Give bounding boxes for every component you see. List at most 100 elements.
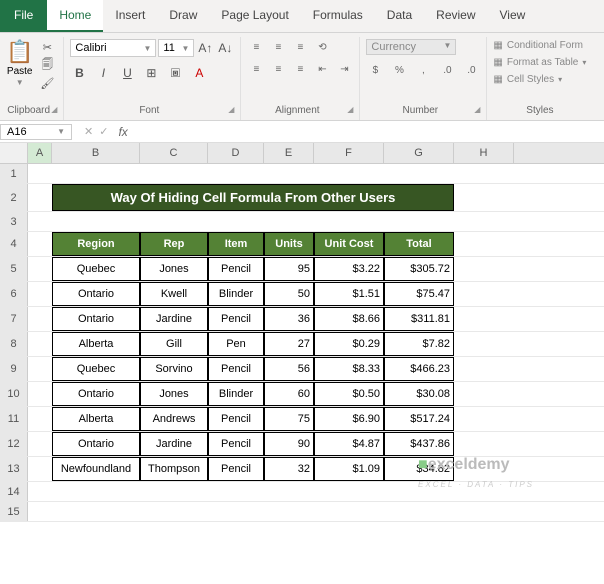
cell[interactable] bbox=[264, 482, 314, 501]
fill-color-icon[interactable]: 🞖 bbox=[166, 64, 184, 82]
title-cell[interactable]: Way Of Hiding Cell Formula From Other Us… bbox=[52, 184, 454, 211]
data-cell[interactable]: Blinder bbox=[208, 282, 264, 306]
data-cell[interactable]: Sorvino bbox=[140, 357, 208, 381]
cell-styles-button[interactable]: ▦Cell Styles▾ bbox=[493, 73, 562, 86]
data-cell[interactable]: $0.29 bbox=[314, 332, 384, 356]
data-cell[interactable]: Gill bbox=[140, 332, 208, 356]
cell[interactable] bbox=[28, 257, 52, 281]
tab-data[interactable]: Data bbox=[375, 0, 424, 32]
enter-formula-icon[interactable]: ✓ bbox=[99, 125, 108, 138]
row-header[interactable]: 15 bbox=[0, 502, 28, 521]
data-cell[interactable]: Thompson bbox=[140, 457, 208, 481]
comma-icon[interactable]: , bbox=[414, 62, 432, 78]
row-header[interactable]: 5 bbox=[0, 257, 28, 281]
decrease-decimal-icon[interactable]: .0 bbox=[462, 62, 480, 78]
increase-decimal-icon[interactable]: .0 bbox=[438, 62, 456, 78]
data-cell[interactable]: Pencil bbox=[208, 357, 264, 381]
orientation-icon[interactable]: ⟲ bbox=[313, 39, 331, 55]
cell[interactable] bbox=[28, 382, 52, 406]
row-header[interactable]: 7 bbox=[0, 307, 28, 331]
cell[interactable] bbox=[454, 307, 514, 331]
col-header-e[interactable]: E bbox=[264, 143, 314, 163]
cell[interactable] bbox=[140, 212, 208, 231]
cell[interactable] bbox=[454, 212, 514, 231]
number-format-select[interactable]: Currency▼ bbox=[366, 39, 456, 55]
data-cell[interactable]: Ontario bbox=[52, 382, 140, 406]
cell[interactable] bbox=[28, 282, 52, 306]
currency-icon[interactable]: $ bbox=[366, 62, 384, 78]
align-top-icon[interactable]: ≡ bbox=[247, 39, 265, 55]
cell[interactable] bbox=[454, 357, 514, 381]
data-cell[interactable]: $3.22 bbox=[314, 257, 384, 281]
row-header[interactable]: 9 bbox=[0, 357, 28, 381]
cancel-formula-icon[interactable]: ✕ bbox=[84, 125, 93, 138]
data-cell[interactable]: Pencil bbox=[208, 257, 264, 281]
cell[interactable] bbox=[140, 482, 208, 501]
percent-icon[interactable]: % bbox=[390, 62, 408, 78]
underline-button[interactable]: U bbox=[118, 64, 136, 82]
cell[interactable] bbox=[52, 164, 140, 183]
cell[interactable] bbox=[454, 332, 514, 356]
conditional-formatting-button[interactable]: ▦Conditional Form bbox=[493, 39, 583, 52]
data-cell[interactable]: $7.82 bbox=[384, 332, 454, 356]
col-header-c[interactable]: C bbox=[140, 143, 208, 163]
row-header[interactable]: 11 bbox=[0, 407, 28, 431]
data-cell[interactable]: $305.72 bbox=[384, 257, 454, 281]
paste-dropdown-icon[interactable]: ▼ bbox=[16, 78, 24, 87]
col-header-b[interactable]: B bbox=[52, 143, 140, 163]
cell[interactable] bbox=[28, 432, 52, 456]
tab-insert[interactable]: Insert bbox=[103, 0, 157, 32]
data-cell[interactable]: 50 bbox=[264, 282, 314, 306]
cell[interactable] bbox=[454, 502, 514, 521]
data-cell[interactable]: $466.23 bbox=[384, 357, 454, 381]
data-cell[interactable]: Ontario bbox=[52, 282, 140, 306]
font-name-select[interactable]: Calibri▼ bbox=[70, 39, 156, 57]
cell[interactable] bbox=[28, 164, 52, 183]
bold-button[interactable]: B bbox=[70, 64, 88, 82]
row-header[interactable]: 13 bbox=[0, 457, 28, 481]
cell[interactable] bbox=[28, 357, 52, 381]
row-header[interactable]: 1 bbox=[0, 164, 28, 183]
cell[interactable] bbox=[384, 212, 454, 231]
data-cell[interactable]: $1.09 bbox=[314, 457, 384, 481]
data-cell[interactable]: Alberta bbox=[52, 332, 140, 356]
header-rep[interactable]: Rep bbox=[140, 232, 208, 256]
cell[interactable] bbox=[28, 457, 52, 481]
data-cell[interactable]: Jones bbox=[140, 382, 208, 406]
data-cell[interactable]: $75.47 bbox=[384, 282, 454, 306]
data-cell[interactable]: Jardine bbox=[140, 432, 208, 456]
cell[interactable] bbox=[28, 212, 52, 231]
cell[interactable] bbox=[208, 212, 264, 231]
data-cell[interactable]: Alberta bbox=[52, 407, 140, 431]
data-cell[interactable]: $1.51 bbox=[314, 282, 384, 306]
data-cell[interactable]: 60 bbox=[264, 382, 314, 406]
fx-icon[interactable]: fx bbox=[114, 125, 131, 139]
cut-icon[interactable]: ✂ bbox=[37, 39, 57, 55]
data-cell[interactable]: $6.90 bbox=[314, 407, 384, 431]
cell[interactable] bbox=[314, 164, 384, 183]
cell[interactable] bbox=[28, 332, 52, 356]
data-cell[interactable]: Quebec bbox=[52, 257, 140, 281]
align-bottom-icon[interactable]: ≡ bbox=[291, 39, 309, 55]
header-total[interactable]: Total bbox=[384, 232, 454, 256]
tab-draw[interactable]: Draw bbox=[157, 0, 209, 32]
cell[interactable] bbox=[454, 432, 514, 456]
cell[interactable] bbox=[28, 184, 52, 211]
font-color-icon[interactable]: A bbox=[190, 64, 208, 82]
cell[interactable] bbox=[384, 502, 454, 521]
format-painter-icon[interactable]: 🖌 bbox=[37, 75, 57, 91]
data-cell[interactable]: Pencil bbox=[208, 432, 264, 456]
data-cell[interactable]: 32 bbox=[264, 457, 314, 481]
row-header[interactable]: 2 bbox=[0, 184, 28, 211]
cell[interactable] bbox=[314, 482, 384, 501]
cell[interactable] bbox=[454, 257, 514, 281]
data-cell[interactable]: Quebec bbox=[52, 357, 140, 381]
decrease-font-icon[interactable]: A↓ bbox=[216, 39, 234, 57]
col-header-a[interactable]: A bbox=[28, 143, 52, 163]
font-launcher-icon[interactable]: ◢ bbox=[228, 105, 234, 114]
cell[interactable] bbox=[52, 482, 140, 501]
indent-inc-icon[interactable]: ⇥ bbox=[335, 61, 353, 77]
name-box[interactable]: A16▼ bbox=[0, 124, 72, 140]
tab-page-layout[interactable]: Page Layout bbox=[209, 0, 300, 32]
data-cell[interactable]: $517.24 bbox=[384, 407, 454, 431]
